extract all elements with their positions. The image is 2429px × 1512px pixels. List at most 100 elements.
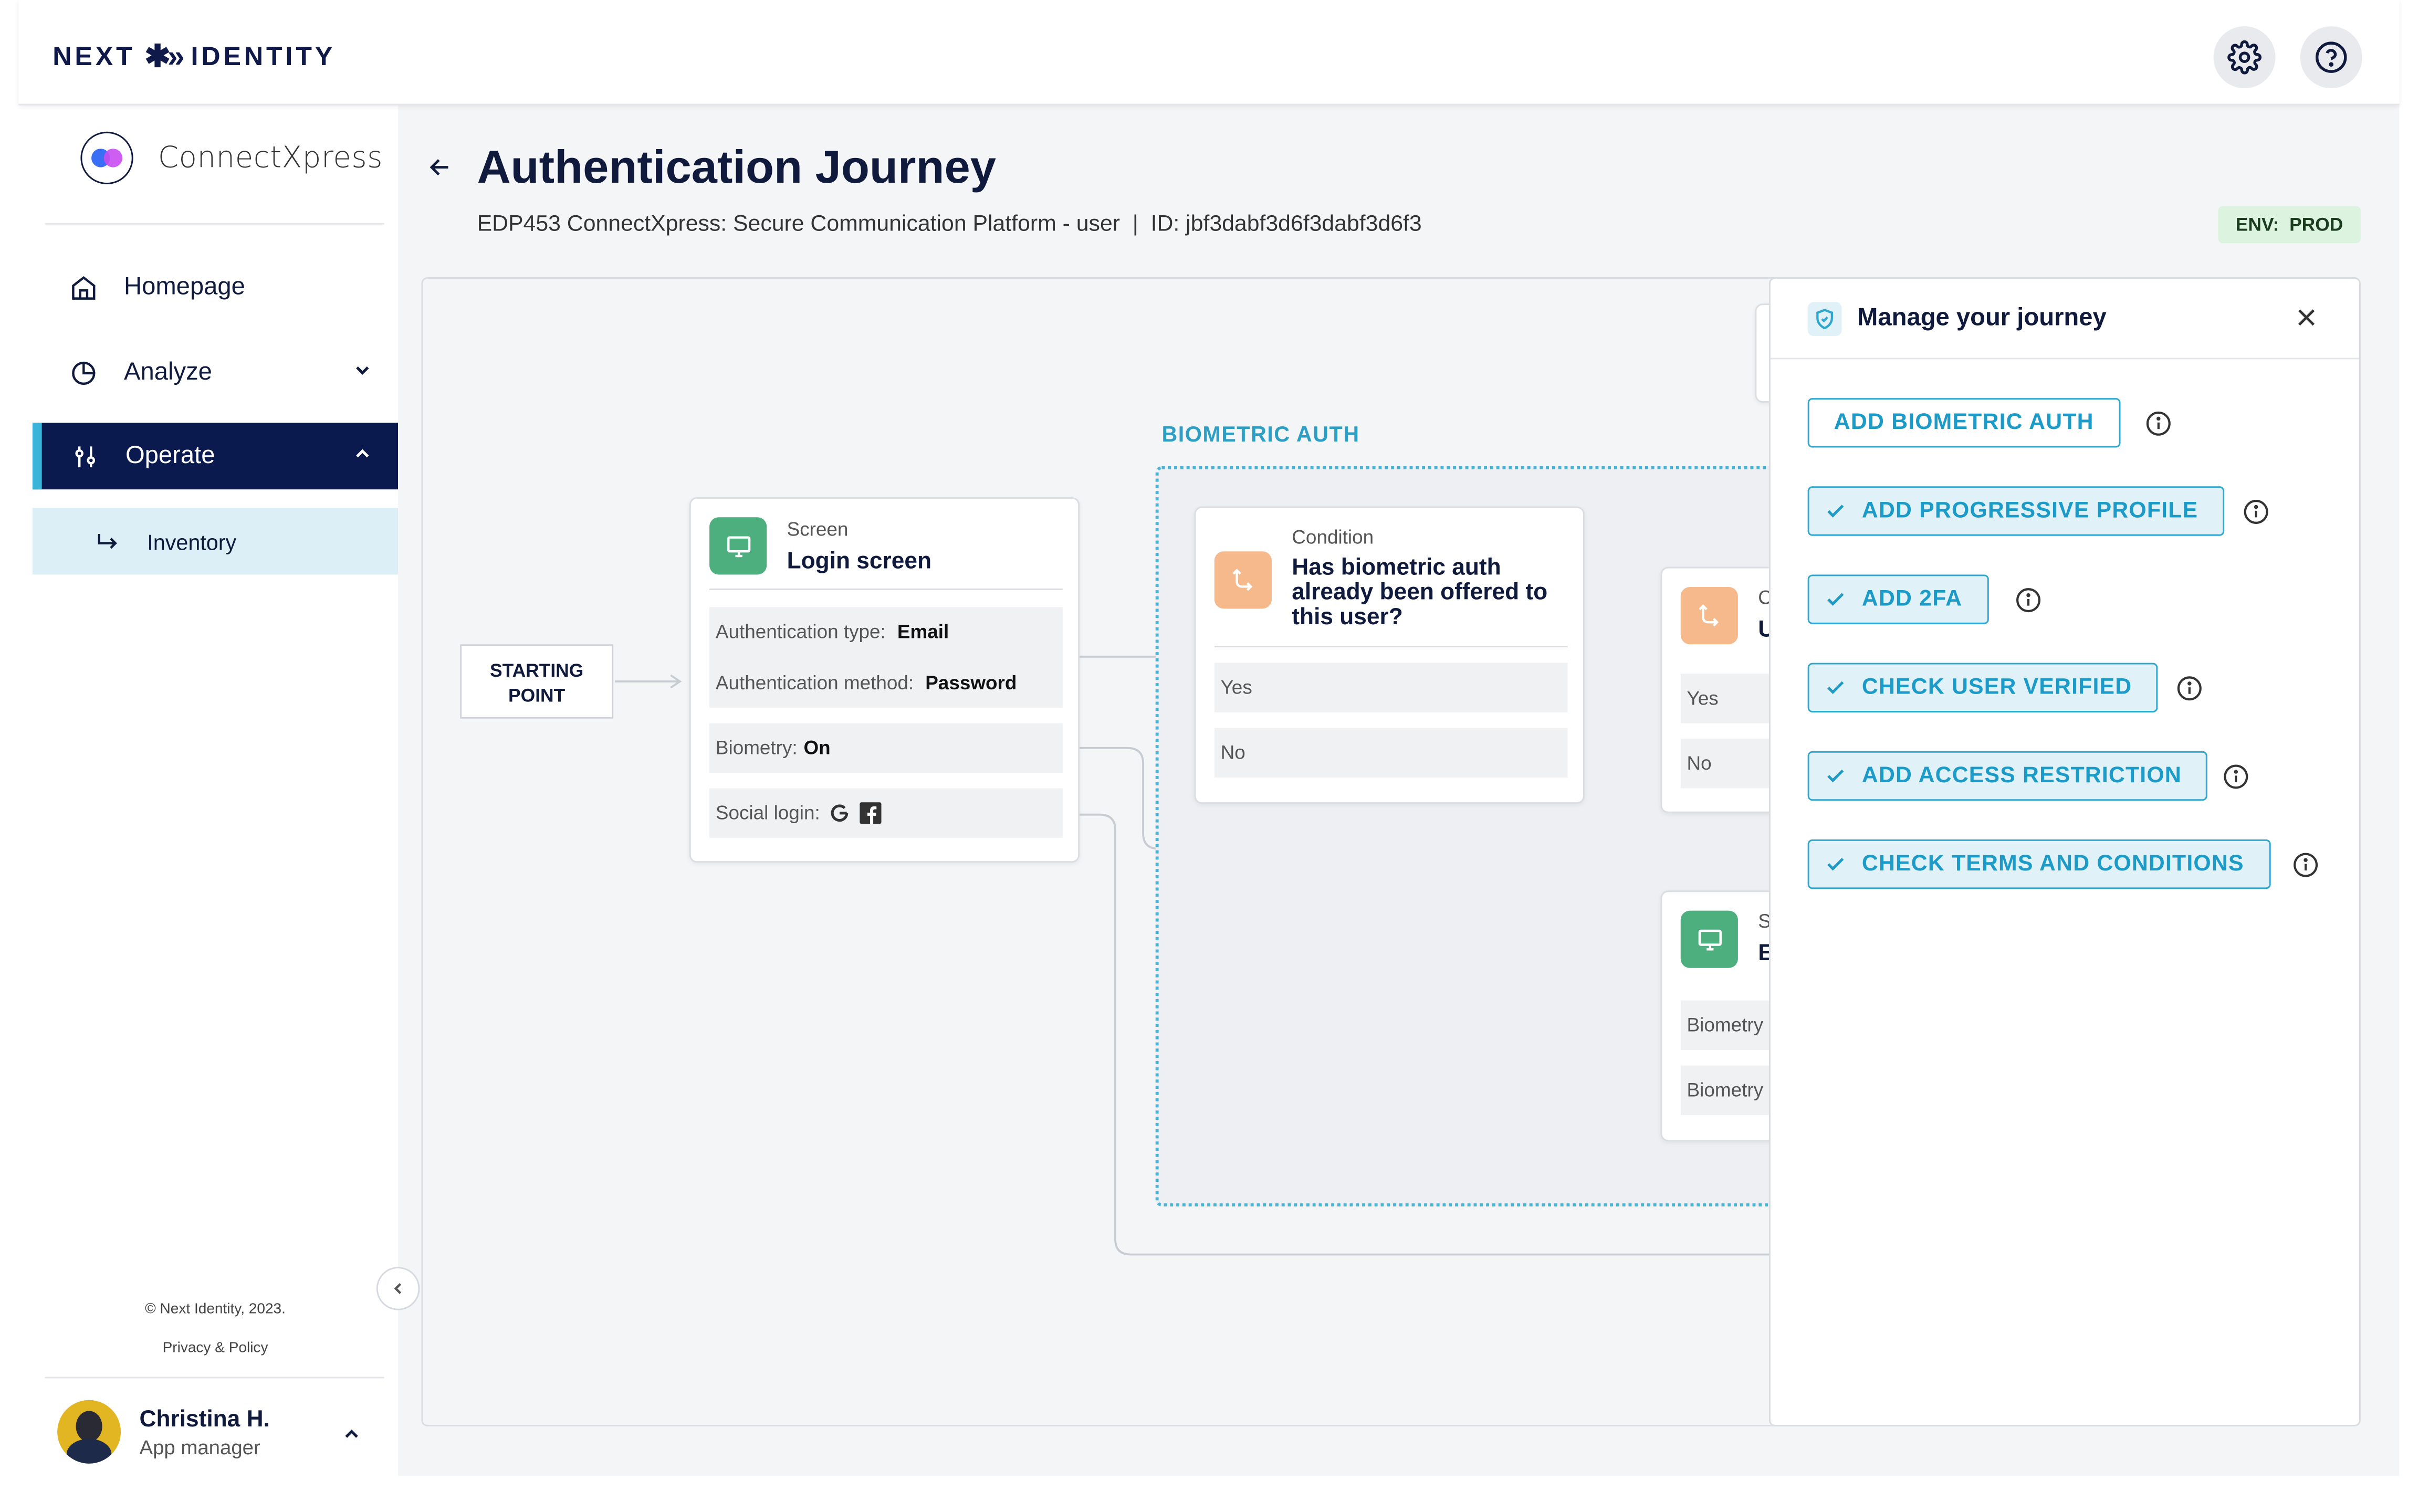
info-icon[interactable]: [2243, 499, 2269, 525]
sidebar-footer-divider: [45, 1377, 384, 1379]
auth-method-label: Authentication method:: [715, 671, 914, 694]
manage-journey-panel: Manage your journey ADD BIOMETRIC AUTH A…: [1768, 277, 2361, 1426]
auth-type-value: Email: [897, 621, 949, 643]
privacy-link[interactable]: Privacy & Policy: [33, 1340, 398, 1357]
biometry-label: Biometry: [1687, 1079, 1764, 1101]
no-label: No: [1687, 752, 1712, 774]
close-panel-button[interactable]: [2294, 305, 2319, 330]
auth-settings-row: Authentication type: Email Authenticatio…: [709, 607, 1063, 708]
option-label: ADD ACCESS RESTRICTION: [1861, 763, 2182, 789]
node-kicker: Condition: [1292, 527, 1374, 549]
avatar: [57, 1400, 121, 1464]
logo-text-left: NEXT: [53, 41, 135, 71]
check-icon: [1825, 677, 1846, 698]
add-progressive-profile-button[interactable]: ADD PROGRESSIVE PROFILE: [1807, 486, 2225, 536]
check-user-verified-button[interactable]: CHECK USER VERIFIED: [1807, 663, 2159, 712]
check-icon: [1825, 589, 1846, 610]
panel-header: Manage your journey: [1770, 279, 2359, 360]
start-label-line2: POINT: [508, 684, 566, 707]
login-screen-node[interactable]: Screen Login screen Authentication type:…: [689, 497, 1080, 863]
chevron-left-icon: [394, 1283, 402, 1294]
return-arrow-icon: [95, 530, 122, 552]
google-icon: [829, 802, 851, 824]
monitor-icon: [709, 517, 767, 575]
user-profile[interactable]: Christina H. App manager: [57, 1400, 270, 1464]
condition-node[interactable]: Condition Has biometric auth already bee…: [1194, 506, 1585, 804]
env-badge: ENV: PROD: [2218, 206, 2361, 244]
app-root: NEXT ✱» IDENTITY ConnectXpress Homepage …: [0, 0, 2429, 1512]
add-biometric-auth-button[interactable]: ADD BIOMETRIC AUTH: [1807, 398, 2120, 448]
info-icon[interactable]: [2176, 675, 2203, 701]
sidebar-item-label: Homepage: [124, 273, 245, 300]
app-brand[interactable]: ConnectXpress: [80, 131, 383, 185]
info-icon[interactable]: [2223, 763, 2249, 790]
sidebar-item-analyze[interactable]: Analyze: [33, 339, 398, 406]
node-divider: [709, 589, 1063, 590]
condition-no-row: No: [1214, 728, 1568, 778]
copyright-text: © Next Identity, 2023.: [145, 1301, 286, 1318]
logo-text-right: IDENTITY: [191, 41, 336, 71]
sidebar: ConnectXpress Homepage Analyze Operate I…: [32, 105, 399, 1476]
home-icon: [68, 272, 99, 303]
social-login-label: Social login:: [715, 802, 820, 824]
starting-point-node[interactable]: STARTING POINT: [460, 644, 614, 719]
arrow-left-icon: [430, 159, 448, 176]
chevron-up-icon: [352, 443, 373, 465]
pie-chart-icon: [68, 357, 99, 388]
app-name: ConnectXpress: [158, 141, 383, 175]
node-title: Login screen: [787, 548, 932, 575]
yes-label: Yes: [1220, 677, 1252, 699]
user-menu-chevron-up-icon[interactable]: [341, 1423, 362, 1445]
sidebar-item-label: Operate: [125, 442, 215, 469]
next-identity-logo[interactable]: NEXT ✱» IDENTITY: [53, 37, 336, 76]
panel-title: Manage your journey: [1857, 305, 2107, 332]
check-icon: [1825, 500, 1846, 522]
help-icon: [2316, 41, 2347, 73]
settings-button[interactable]: [2213, 26, 2276, 89]
start-label-line1: STARTING: [489, 659, 584, 681]
info-icon[interactable]: [2015, 587, 2041, 613]
biometric-auth-zone-label: BIOMETRIC AUTH: [1161, 421, 1360, 446]
collapse-sidebar-button[interactable]: [376, 1267, 420, 1310]
option-label: ADD BIOMETRIC AUTH: [1834, 410, 2094, 435]
logo-mark-icon: ✱»: [144, 40, 184, 75]
user-role: App manager: [139, 1435, 260, 1458]
sidebar-item-operate[interactable]: Operate: [32, 423, 399, 490]
sidebar-item-homepage[interactable]: Homepage: [33, 254, 398, 321]
connectxpress-logo-icon: [80, 131, 133, 185]
branch-icon: [1214, 551, 1272, 609]
auth-type-label: Authentication type:: [715, 621, 886, 643]
yes-label: Yes: [1687, 687, 1719, 710]
check-terms-and-conditions-button[interactable]: CHECK TERMS AND CONDITIONS: [1807, 839, 2270, 889]
biometry-label: Biometry: [1687, 1014, 1764, 1036]
shield-icon: [1807, 302, 1842, 337]
back-button[interactable]: [427, 155, 452, 180]
top-bar: NEXT ✱» IDENTITY: [18, 0, 2400, 106]
info-icon[interactable]: [2145, 411, 2172, 437]
help-button[interactable]: [2300, 26, 2362, 89]
gear-icon: [2227, 40, 2262, 75]
sidebar-subitem-label: Inventory: [147, 529, 237, 554]
add-2fa-button[interactable]: ADD 2FA: [1807, 574, 1989, 624]
facebook-icon: [860, 802, 882, 824]
node-title: Has biometric auth already been offered …: [1292, 554, 1548, 631]
sliders-icon: [70, 440, 101, 471]
option-label: ADD PROGRESSIVE PROFILE: [1861, 498, 2198, 524]
page-subtitle: EDP453 ConnectXpress: Secure Communicati…: [477, 212, 1422, 237]
node-kicker: Screen: [787, 519, 849, 541]
branch-icon: [1680, 587, 1738, 645]
sidebar-divider: [45, 223, 384, 225]
no-label: No: [1220, 742, 1245, 764]
option-label: ADD 2FA: [1861, 587, 1963, 612]
chevron-down-icon: [352, 359, 373, 381]
check-icon: [1825, 853, 1846, 875]
add-access-restriction-button[interactable]: ADD ACCESS RESTRICTION: [1807, 751, 2208, 801]
sidebar-item-label: Analyze: [124, 358, 212, 385]
info-icon[interactable]: [2292, 852, 2319, 878]
node-divider: [1214, 646, 1568, 648]
sidebar-subitem-inventory[interactable]: Inventory: [32, 508, 399, 575]
biometry-row: Biometry: On: [709, 723, 1063, 773]
check-icon: [1825, 765, 1846, 786]
user-name: Christina H.: [139, 1405, 270, 1432]
biometry-value: On: [803, 737, 831, 759]
